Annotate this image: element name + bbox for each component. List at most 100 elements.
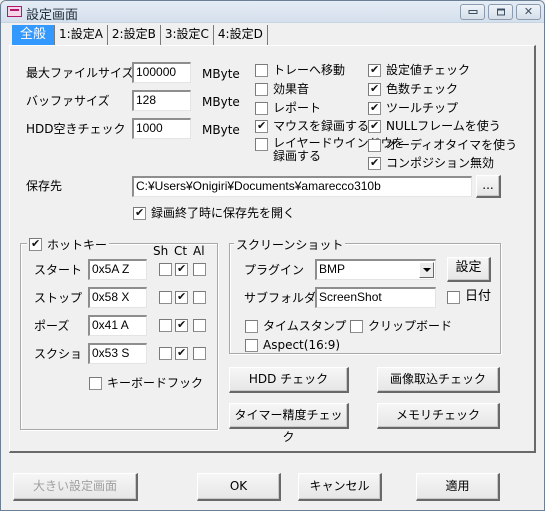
cancel-button[interactable]: キャンセル (298, 473, 382, 501)
tray-label: トレーへ移動 (273, 63, 346, 77)
null-frame-checkbox[interactable] (368, 119, 381, 133)
sound-effect-label: 効果音 (273, 82, 310, 96)
record-mouse-checkbox-row[interactable]: マウスを録画する (255, 119, 369, 133)
clipboard-checkbox-row[interactable]: クリップボード (350, 319, 452, 333)
buffer-size-label: バッファサイズ (26, 94, 110, 108)
large-settings-button[interactable]: 大きい設定画面 (13, 473, 138, 501)
image-capture-check-button[interactable]: 画像取込チェック (377, 367, 500, 393)
open-on-finish-checkbox-row[interactable]: 録画終了時に保存先を開く (133, 206, 295, 220)
layered-window-checkbox[interactable] (255, 138, 268, 151)
hotkey-enable-checkbox[interactable] (29, 237, 42, 251)
hotkey-start-label: スタート (34, 263, 83, 277)
hotkey-pause-shift-checkbox[interactable] (159, 319, 172, 332)
tooltip-label: ツールチップ (386, 101, 459, 115)
hotkey-start-ctrl-checkbox[interactable] (175, 262, 188, 276)
report-label: レポート (273, 101, 322, 115)
hotkey-pause-alt-checkbox[interactable] (193, 319, 206, 332)
hotkey-start-shift-checkbox[interactable] (159, 263, 172, 276)
buffer-size-unit: MByte (202, 95, 240, 109)
subfolder-label: サブフォルダ (244, 291, 317, 305)
minimize-button[interactable] (460, 4, 485, 20)
disable-composition-checkbox-row[interactable]: コンポジション無効 (368, 156, 494, 170)
plugin-settings-button[interactable]: 設定 (447, 257, 491, 282)
plugin-select[interactable]: BMP (315, 259, 436, 280)
col-shift-header: Sh (153, 244, 169, 258)
hdd-free-check-unit: MByte (202, 123, 240, 137)
color-depth-check-checkbox-row[interactable]: 色数チェック (368, 82, 458, 96)
clipboard-checkbox[interactable] (350, 320, 363, 333)
tab-general[interactable]: 全般 (12, 25, 56, 45)
subfolder-input[interactable]: ScreenShot (315, 287, 436, 308)
timer-precision-check-button[interactable]: タイマー精度チェック (229, 403, 349, 444)
report-checkbox-row[interactable]: レポート (255, 101, 321, 115)
null-frame-checkbox-row[interactable]: NULLフレームを使う (368, 119, 501, 133)
sound-effect-checkbox[interactable] (255, 83, 268, 96)
report-checkbox[interactable] (255, 102, 268, 115)
record-mouse-checkbox[interactable] (255, 119, 268, 133)
settings-check-checkbox[interactable] (368, 63, 381, 77)
hotkey-pause-ctrl-checkbox[interactable] (175, 318, 188, 332)
browse-button[interactable]: ... (476, 175, 501, 198)
max-file-size-input[interactable]: 100000 (132, 62, 191, 83)
settings-check-label: 設定値チェック (386, 63, 471, 77)
max-file-size-unit: MByte (202, 67, 240, 81)
tray-checkbox-row[interactable]: トレーへ移動 (255, 63, 345, 77)
ok-button[interactable]: OK (197, 473, 281, 501)
maximize-icon (496, 8, 505, 16)
hotkey-start-alt-checkbox[interactable] (193, 263, 206, 276)
hotkey-pause-input[interactable]: 0x41 A (88, 315, 147, 336)
hdd-free-check-label: HDD空きチェック (26, 122, 126, 136)
hotkey-label: ホットキー (47, 238, 108, 252)
maximize-button[interactable] (488, 4, 513, 20)
apply-button[interactable]: 適用 (416, 473, 500, 501)
disable-composition-checkbox[interactable] (368, 156, 381, 170)
audio-timer-checkbox-row[interactable]: オーディオタイマを使う (368, 138, 517, 152)
close-button[interactable]: ✕ (516, 4, 541, 20)
hotkey-stop-label: ストップ (34, 291, 83, 305)
tab-setting-b[interactable]: 2:設定B (107, 25, 161, 45)
chevron-down-icon[interactable] (419, 262, 434, 278)
hotkey-stop-alt-checkbox[interactable] (193, 291, 206, 304)
memory-check-button[interactable]: メモリチェック (377, 403, 500, 429)
tab-setting-c[interactable]: 3:設定C (160, 25, 214, 45)
buffer-size-input[interactable]: 128 (132, 90, 191, 111)
hotkey-stop-ctrl-checkbox[interactable] (175, 290, 188, 304)
hotkey-screenshot-alt-checkbox[interactable] (193, 347, 206, 360)
keyboard-hook-checkbox[interactable] (89, 377, 102, 390)
tooltip-checkbox-row[interactable]: ツールチップ (368, 101, 458, 115)
timestamp-checkbox-row[interactable]: タイムスタンプ (245, 319, 346, 333)
col-ctrl-header: Ct (174, 244, 188, 258)
settings-check-checkbox-row[interactable]: 設定値チェック (368, 63, 470, 77)
title-bar[interactable]: 設定画面 ✕ (1, 1, 544, 23)
date-checkbox[interactable] (447, 291, 460, 304)
app-icon (7, 6, 22, 17)
open-on-finish-checkbox[interactable] (133, 206, 146, 220)
hotkey-legend[interactable]: ホットキー (27, 236, 110, 253)
settings-window: 設定画面 ✕ 全般 1:設定A 2:設定B 3:設定C 4:設定D 最大ファイル… (0, 0, 545, 511)
hotkey-screenshot-ctrl-checkbox[interactable] (175, 346, 188, 360)
hotkey-screenshot-input[interactable]: 0x53 S (88, 343, 147, 364)
hotkey-screenshot-shift-checkbox[interactable] (159, 347, 172, 360)
aspect-checkbox[interactable] (245, 339, 258, 352)
tab-setting-d[interactable]: 4:設定D (213, 25, 268, 45)
col-alt-header: Al (193, 244, 205, 258)
sound-effect-checkbox-row[interactable]: 効果音 (255, 82, 309, 96)
hotkey-stop-shift-checkbox[interactable] (159, 291, 172, 304)
hotkey-stop-input[interactable]: 0x58 X (88, 287, 147, 308)
tab-setting-a[interactable]: 1:設定A (55, 25, 108, 45)
hdd-free-check-input[interactable]: 1000 (132, 118, 191, 139)
color-depth-check-label: 色数チェック (386, 82, 459, 96)
aspect-checkbox-row[interactable]: Aspect(16:9) (245, 338, 340, 352)
audio-timer-checkbox[interactable] (368, 139, 381, 152)
color-depth-check-checkbox[interactable] (368, 82, 381, 96)
tray-checkbox[interactable] (255, 64, 268, 77)
save-dir-input[interactable]: C:¥Users¥Onigiri¥Documents¥amarecco310b (132, 176, 472, 197)
timestamp-checkbox[interactable] (245, 320, 258, 333)
hotkey-pause-label: ポーズ (34, 319, 70, 333)
keyboard-hook-checkbox-row[interactable]: キーボードフック (89, 376, 203, 390)
date-checkbox-row[interactable]: 日付 (447, 290, 491, 304)
record-mouse-label: マウスを録画する (273, 119, 370, 133)
hdd-check-button[interactable]: HDD チェック (229, 367, 349, 393)
tooltip-checkbox[interactable] (368, 101, 381, 115)
hotkey-start-input[interactable]: 0x5A Z (88, 259, 147, 280)
